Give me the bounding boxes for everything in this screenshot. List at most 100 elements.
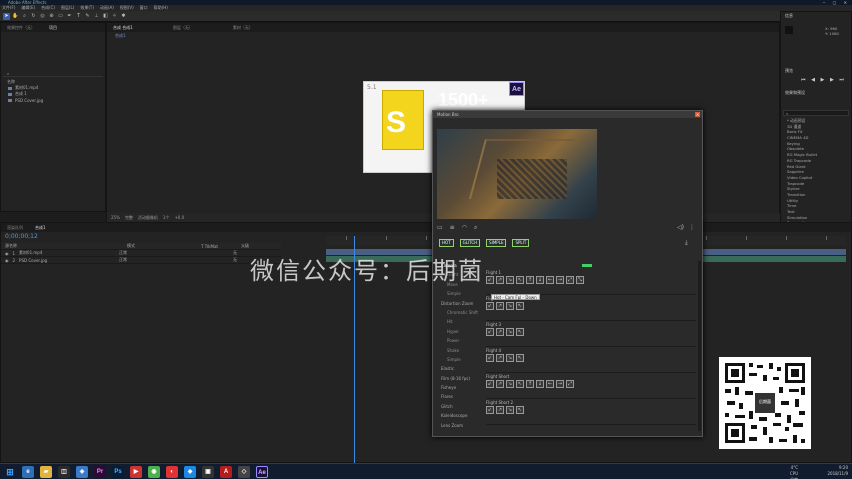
camera-select[interactable]: 活动摄像机 xyxy=(138,215,158,221)
browser-icon[interactable]: e xyxy=(22,465,34,478)
breadcrumb[interactable]: 合成1 xyxy=(115,33,126,39)
headphones-icon[interactable]: ◠ xyxy=(462,224,467,232)
tab-footage[interactable]: 素材（无） xyxy=(233,25,253,31)
roto-tool-icon[interactable]: ✧ xyxy=(111,13,118,20)
preset-thumb-icon[interactable]: ↙ xyxy=(486,380,494,388)
sidebar-item[interactable]: Chromatic Shift xyxy=(435,308,485,317)
preset-thumb-icon[interactable]: ← xyxy=(546,276,554,284)
preset-thumb-icon[interactable]: ⤡ xyxy=(576,276,584,284)
eraser-tool-icon[interactable]: ◧ xyxy=(102,13,109,20)
app-icon[interactable]: ◆ xyxy=(184,465,196,478)
tab-effect-controls[interactable]: 效果控件（无） xyxy=(7,25,35,31)
preset-thumb-icon[interactable]: ↗ xyxy=(496,406,504,414)
sidebar-item[interactable]: Shake xyxy=(435,346,485,355)
project-search[interactable]: ⌕ xyxy=(3,71,103,77)
category-simple-button[interactable]: SIMPLE xyxy=(486,239,507,247)
preset-thumb-icon[interactable]: ↓ xyxy=(536,276,544,284)
table-row[interactable]: ◉ 2 PSD Cover.jpg 正常 无 xyxy=(1,257,281,264)
preset-thumb-icon[interactable]: ↗ xyxy=(496,380,504,388)
brush-tool-icon[interactable]: ✎ xyxy=(84,13,91,20)
app-icon[interactable]: ◈ xyxy=(76,465,88,478)
preset-thumb-icon[interactable]: ↘ xyxy=(506,354,514,362)
preset-thumb-icon[interactable]: ↖ xyxy=(516,406,524,414)
stamp-tool-icon[interactable]: ⊥ xyxy=(93,13,100,20)
tab-project[interactable]: 项目 xyxy=(49,25,57,31)
tab-comp1[interactable]: 合成1 xyxy=(35,225,46,231)
preset-thumb-icon[interactable]: ↙ xyxy=(486,302,494,310)
effects-search-input[interactable]: ⌕ xyxy=(783,110,849,116)
list-item[interactable]: PSD Cover.jpg xyxy=(3,97,103,103)
folder-icon[interactable]: ▭ xyxy=(437,224,443,232)
sidebar-item[interactable]: Flares xyxy=(435,392,485,401)
preset-thumb-icon[interactable]: ↙ xyxy=(486,406,494,414)
sidebar-item[interactable]: Lens Zoom xyxy=(435,421,485,430)
preset-thumb-icon[interactable]: ↖ xyxy=(516,302,524,310)
preset-thumb-icon[interactable]: ⤢ xyxy=(566,276,574,284)
sidebar-item[interactable]: Glitch xyxy=(435,402,485,411)
sidebar-item[interactable]: Distortion Zoom xyxy=(435,299,485,308)
pan-tool-icon[interactable]: ⊕ xyxy=(48,13,55,20)
hand-tool-icon[interactable]: ✋ xyxy=(12,13,19,20)
app-icon[interactable]: ◇ xyxy=(238,465,250,478)
preset-thumb-icon[interactable]: ↖ xyxy=(516,328,524,336)
app-icon[interactable]: ◫ xyxy=(58,465,70,478)
preset-thumb-icon[interactable]: ↗ xyxy=(496,328,504,336)
sidebar-item[interactable]: Power xyxy=(435,336,485,345)
app-icon[interactable]: ◐ xyxy=(166,465,178,478)
quality-select[interactable]: 完整 xyxy=(125,215,133,221)
preset-thumb-icon[interactable]: ↗ xyxy=(496,276,504,284)
text-tool-icon[interactable]: T xyxy=(75,13,82,20)
preset-thumb-icon[interactable]: ↙ xyxy=(486,276,494,284)
eye-icon[interactable]: ◉ xyxy=(5,251,9,256)
preset-thumb-icon[interactable]: ↘ xyxy=(506,328,514,336)
camera-tool-icon[interactable]: ◎ xyxy=(39,13,46,20)
preset-thumb-icon[interactable]: ↖ xyxy=(516,354,524,362)
tab-composition[interactable]: 合成 合成1 xyxy=(113,25,133,31)
more-icon[interactable]: ⋮ xyxy=(689,224,695,231)
preset-thumb-icon[interactable]: ↖ xyxy=(516,276,524,284)
sidebar-item[interactable]: Simple xyxy=(435,355,485,364)
playback-controls[interactable]: ⏮ ◀ ▶ ▶ ⏭ xyxy=(801,77,846,83)
after-effects-icon[interactable]: Ae xyxy=(256,465,268,478)
app-icon[interactable]: ▶ xyxy=(130,465,142,478)
preset-thumb-icon[interactable]: ⤢ xyxy=(566,380,574,388)
exposure-value[interactable]: +0.0 xyxy=(174,215,184,220)
puppet-tool-icon[interactable]: ✱ xyxy=(120,13,127,20)
scrollbar[interactable] xyxy=(698,261,701,431)
timecode-display[interactable]: 0;00;00;12 xyxy=(5,233,38,240)
eye-icon[interactable]: ◉ xyxy=(5,258,9,263)
preset-thumb-icon[interactable]: ↘ xyxy=(506,302,514,310)
folder-icon[interactable]: ▰ xyxy=(40,465,52,478)
preset-thumb-icon[interactable]: ↘ xyxy=(506,406,514,414)
selection-tool-icon[interactable]: ➤ xyxy=(3,12,10,20)
category-glitch-button[interactable]: GLITCH xyxy=(459,239,481,247)
app-icon[interactable]: ▣ xyxy=(202,465,214,478)
download-icon[interactable]: ⤓ xyxy=(685,239,688,247)
photoshop-icon[interactable]: Ps xyxy=(112,465,124,478)
preset-thumb-icon[interactable]: ↙ xyxy=(486,328,494,336)
sidebar-item[interactable]: Elastic xyxy=(435,364,485,373)
preset-thumb-icon[interactable]: ← xyxy=(546,380,554,388)
category-hot-button[interactable]: HOT xyxy=(439,239,454,247)
preset-thumb-icon[interactable]: → xyxy=(556,276,564,284)
sidebar-item[interactable]: Fisheye xyxy=(435,383,485,392)
sidebar-item[interactable]: Film (8-16 fps) xyxy=(435,374,485,383)
views-select[interactable]: 1个 xyxy=(163,215,170,221)
tab-layer[interactable]: 图层（无） xyxy=(173,25,193,31)
preset-thumb-icon[interactable]: ↙ xyxy=(486,354,494,362)
search-icon[interactable]: ⌕ xyxy=(474,224,477,232)
preset-thumb-icon[interactable]: ↗ xyxy=(496,302,504,310)
sidebar-item[interactable]: Hit xyxy=(435,317,485,326)
zoom-select[interactable]: 25% xyxy=(111,215,120,220)
rect-tool-icon[interactable]: ▭ xyxy=(57,13,64,20)
preset-thumb-icon[interactable]: ↘ xyxy=(506,276,514,284)
settings-icon[interactable]: ≡ xyxy=(450,224,455,232)
close-icon[interactable]: ✕ xyxy=(695,112,700,117)
preset-thumb-icon[interactable]: ↘ xyxy=(506,380,514,388)
chrome-icon[interactable]: ◉ xyxy=(148,465,160,478)
zoom-tool-icon[interactable]: ⌕ xyxy=(21,13,28,20)
category-split-button[interactable]: SPLIT xyxy=(512,239,530,247)
preset-thumb-icon[interactable]: ↑ xyxy=(526,276,534,284)
preset-thumb-icon[interactable]: ↑ xyxy=(526,380,534,388)
volume-icon[interactable]: ◁) xyxy=(677,224,684,231)
